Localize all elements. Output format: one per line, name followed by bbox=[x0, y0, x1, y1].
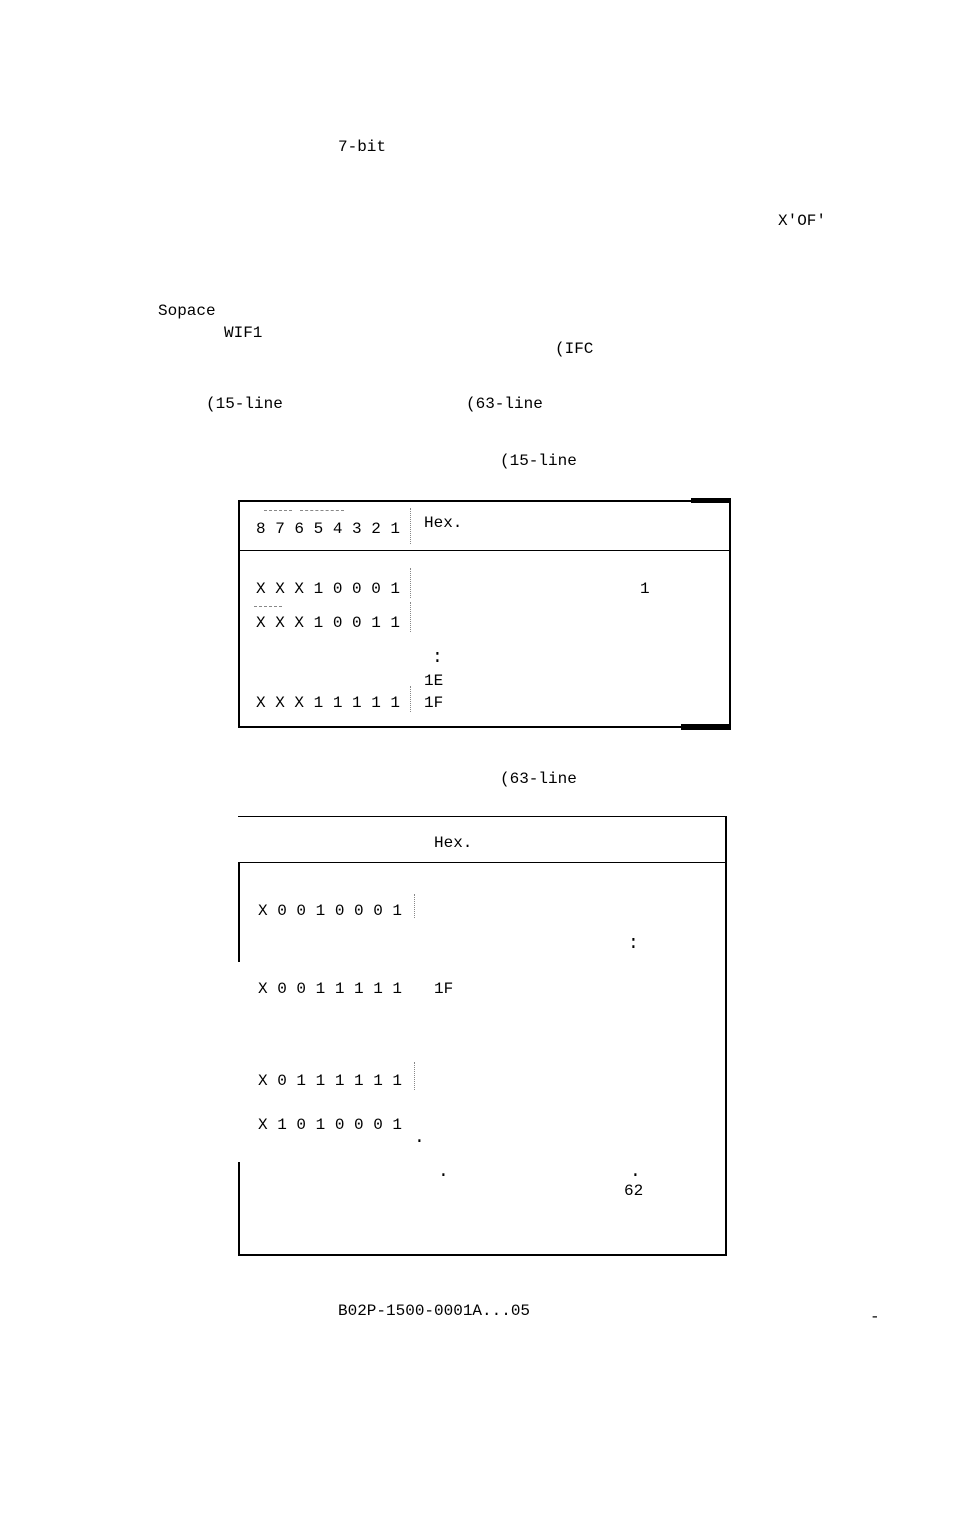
table-row: X 0 0 1 1 1 1 1 bbox=[258, 980, 402, 998]
label-wif1: WIF1 bbox=[224, 324, 262, 342]
table15-row0-right: 1 bbox=[640, 580, 650, 598]
table-row: X X X 1 0 0 1 1 bbox=[256, 614, 400, 632]
table63-row1-hex: 1F bbox=[434, 980, 453, 998]
table-63line: Hex. X 0 0 1 0 0 0 1 : X 0 0 1 1 1 1 1 1… bbox=[238, 816, 727, 1518]
vertical-ellipsis: : bbox=[628, 934, 639, 954]
page-footer: B02P-1500-0001A...05 bbox=[338, 1302, 530, 1320]
table15-header-hex: Hex. bbox=[424, 514, 462, 532]
decorative-dot: . bbox=[414, 1128, 425, 1148]
page-dash: - bbox=[870, 1308, 880, 1326]
table15-header-bits: 8 7 6 5 4 3 2 1 bbox=[256, 520, 400, 538]
label-x0f: X'OF' bbox=[778, 212, 826, 230]
table-row: X 0 1 1 1 1 1 1 bbox=[258, 1072, 402, 1090]
table63-header-hex: Hex. bbox=[434, 834, 472, 852]
label-63line-b: (63-line bbox=[500, 770, 577, 788]
label-sopace: Sopace bbox=[158, 302, 216, 320]
decorative-dot: . bbox=[630, 1162, 641, 1182]
table63-right-val: 62 bbox=[624, 1182, 643, 1200]
label-63line-a: (63-line bbox=[466, 395, 543, 413]
decorative-dot: . bbox=[438, 1162, 449, 1182]
label-15line-b: (15-line bbox=[500, 452, 577, 470]
table-row: 1E bbox=[424, 672, 443, 690]
table-row: X X X 1 0 0 0 1 bbox=[256, 580, 400, 598]
table15-row3-hex: 1F bbox=[424, 694, 443, 712]
table-row: X 1 0 1 0 0 0 1 bbox=[258, 1116, 402, 1134]
label-7bit: 7-bit bbox=[338, 138, 386, 156]
table-15line: 8 7 6 5 4 3 2 1 Hex. X X X 1 0 0 0 1 1 X… bbox=[238, 500, 731, 728]
table-row: X 0 0 1 0 0 0 1 bbox=[258, 902, 402, 920]
table-row: X X X 1 1 1 1 1 bbox=[256, 694, 400, 712]
label-15line-a: (15-line bbox=[206, 395, 283, 413]
vertical-ellipsis: : bbox=[432, 648, 443, 668]
label-ifc: (IFC bbox=[555, 340, 593, 358]
